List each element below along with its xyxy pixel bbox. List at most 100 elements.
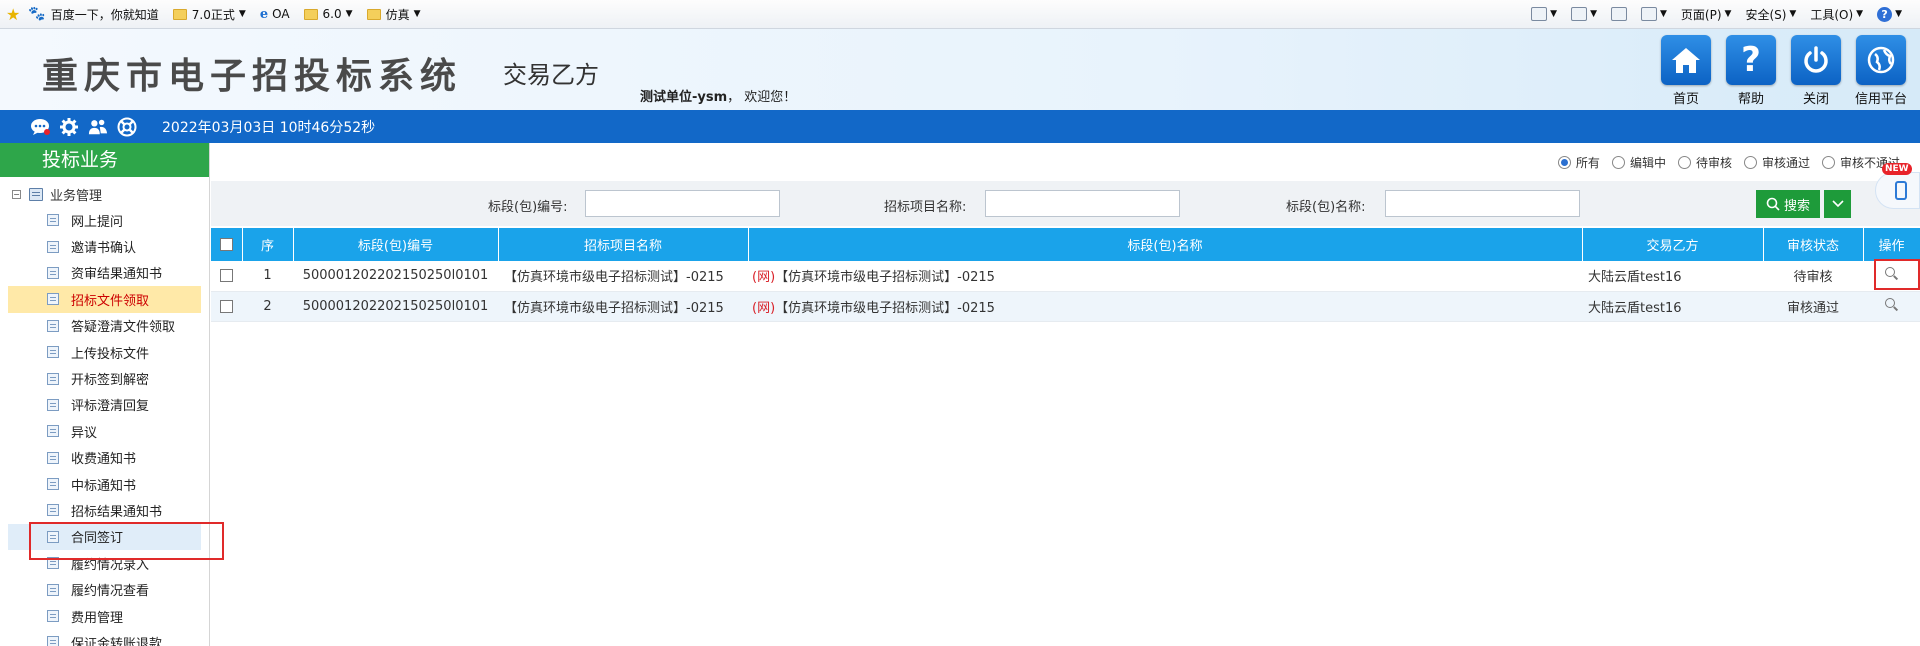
close-button[interactable]: 关闭 <box>1789 35 1843 107</box>
row-action[interactable] <box>1863 291 1920 322</box>
mail-tool[interactable] <box>1610 7 1627 21</box>
quick-toolbar: 2022年03月03日 10时46分52秒 <box>0 110 1920 143</box>
online-prefix: (网) <box>752 300 776 316</box>
favorites-star-icon[interactable]: ★ <box>6 5 20 24</box>
document-icon <box>47 346 59 359</box>
rss-icon <box>1571 7 1588 21</box>
welcome-text: 测试单位-ysm， 欢迎您！ <box>640 86 796 105</box>
section-name-input[interactable] <box>1385 190 1580 217</box>
sidebar-item-fee-notice[interactable]: 收费通知书 <box>0 445 209 471</box>
sidebar-item-qualification-notice[interactable]: 资审结果通知书 <box>0 260 209 286</box>
globe-icon <box>1856 35 1906 85</box>
filter-all[interactable]: 所有 <box>1557 154 1600 171</box>
page-menu-label: 页面(P) <box>1680 7 1722 22</box>
favorite-folder-6-0[interactable]: 6.0 ▼ <box>303 7 353 21</box>
sidebar-item-label: 招标文件领取 <box>71 293 150 309</box>
tools-menu-label: 工具(O) <box>1810 7 1854 22</box>
row-checkbox[interactable] <box>220 269 233 283</box>
favorite-oa[interactable]: e OA <box>260 7 290 22</box>
advanced-search-toggle[interactable] <box>1824 190 1851 218</box>
sidebar-item-tender-document-collect[interactable]: 招标文件领取 <box>8 286 201 313</box>
document-icon <box>47 214 59 227</box>
filter-pending[interactable]: 待审核 <box>1677 154 1732 171</box>
caret-down-icon: ▼ <box>413 9 421 19</box>
filter-approved[interactable]: 审核通过 <box>1743 154 1810 171</box>
sidebar-item-invitation-confirm[interactable]: 邀请书确认 <box>0 233 209 259</box>
gear-icon[interactable] <box>59 117 79 137</box>
select-all-cell[interactable] <box>211 228 243 261</box>
sidebar-item-performance-view[interactable]: 履约情况查看 <box>0 576 209 602</box>
favorite-folder-simulation[interactable]: 仿真 ▼ <box>366 6 421 23</box>
help-circle-icon: ? <box>1877 6 1893 22</box>
tools-menu[interactable]: 工具(O) ▼ <box>1810 6 1863 23</box>
table-header-row: 序 标段(包)编号 招标项目名称 标段(包)名称 交易乙方 审核状态 操作 <box>211 228 1920 261</box>
section-code-input[interactable] <box>585 190 780 217</box>
home-page-tool[interactable]: ▼ <box>1531 7 1557 21</box>
sidebar-item-clarification-collect[interactable]: 答疑澄清文件领取 <box>0 313 209 339</box>
chevron-down-icon <box>1831 200 1844 208</box>
favorite-baidu[interactable]: 🐾 百度一下，你就知道 <box>28 6 158 23</box>
filter-label: 待审核 <box>1695 155 1732 170</box>
credit-platform-button[interactable]: 信用平台 <box>1854 35 1908 107</box>
sidebar-item-label: 费用管理 <box>71 610 124 626</box>
welcome-suffix: ， 欢迎您！ <box>727 90 797 105</box>
row-select-cell[interactable] <box>211 291 242 322</box>
favorite-folder-7-0[interactable]: 7.0正式 ▼ <box>172 6 246 23</box>
sidebar-item-label: 履约情况查看 <box>71 584 150 600</box>
sidebar-item-label: 邀请书确认 <box>71 241 137 257</box>
search-button[interactable]: 搜索 <box>1756 190 1820 218</box>
table-row[interactable]: 1 500001202202150250l0101 【仿真环境市级电子招标测试】… <box>211 261 1920 292</box>
sidebar-item-deposit-refund[interactable]: 保证金转账退款 <box>0 629 209 646</box>
users-icon[interactable] <box>88 117 108 137</box>
power-icon <box>1791 35 1841 85</box>
sidebar-item-label: 网上提问 <box>71 214 124 230</box>
document-icon <box>47 266 59 279</box>
table-row[interactable]: 2 500001202202150250l0101 【仿真环境市级电子招标测试】… <box>211 291 1920 322</box>
collapse-icon[interactable]: − <box>12 189 21 199</box>
tree-root-business-management[interactable]: − 业务管理 <box>0 181 209 207</box>
sidebar-item-label: 异议 <box>71 425 98 441</box>
view-details-icon[interactable] <box>1885 267 1898 280</box>
folder-icon <box>172 8 187 20</box>
filter-editing[interactable]: 编辑中 <box>1611 154 1666 171</box>
help-menu[interactable]: ? ▼ <box>1877 6 1902 22</box>
row-select-cell[interactable] <box>211 261 242 292</box>
sidebar-item-evaluation-reply[interactable]: 评标澄清回复 <box>0 392 209 418</box>
column-header-code: 标段(包)编号 <box>293 228 499 261</box>
sidebar-item-performance-entry[interactable]: 履约情况录入 <box>0 550 209 576</box>
sidebar-item-award-notice[interactable]: 中标通知书 <box>0 471 209 497</box>
support-icon[interactable] <box>117 117 137 137</box>
select-all-checkbox[interactable] <box>219 238 233 251</box>
favorite-label: 仿真 <box>385 7 410 22</box>
print-tool[interactable]: ▼ <box>1640 7 1667 21</box>
document-icon <box>47 478 59 491</box>
sidebar-item-objection[interactable]: 异议 <box>0 418 209 444</box>
document-icon <box>47 372 59 385</box>
feeds-tool[interactable]: ▼ <box>1571 7 1597 21</box>
sidebar-item-fee-management[interactable]: 费用管理 <box>0 603 209 629</box>
section-code-label: 标段(包)编号: <box>488 200 568 215</box>
help-button[interactable]: ? 帮助 <box>1724 35 1778 107</box>
project-name-label: 招标项目名称: <box>884 200 967 215</box>
view-details-icon[interactable] <box>1885 297 1898 311</box>
home-button[interactable]: 首页 <box>1659 35 1713 107</box>
sidebar-item-upload-bid[interactable]: 上传投标文件 <box>0 339 209 365</box>
row-code: 500001202202150250l0101 <box>293 291 498 322</box>
sidebar-item-opening-signin[interactable]: 开标签到解密 <box>0 365 209 391</box>
radio-icon <box>1821 155 1835 169</box>
book-icon <box>29 187 43 201</box>
sidebar-item-contract-sign[interactable]: 合同签订 <box>8 523 201 551</box>
project-name-input[interactable] <box>985 190 1180 217</box>
row-action[interactable] <box>1863 261 1920 292</box>
bid-table: 序 标段(包)编号 招标项目名称 标段(包)名称 交易乙方 审核状态 操作 1 … <box>211 228 1920 322</box>
sidebar-item-online-question[interactable]: 网上提问 <box>0 207 209 233</box>
document-icon <box>47 398 59 411</box>
row-checkbox[interactable] <box>220 299 233 313</box>
sidebar-item-result-notice[interactable]: 招标结果通知书 <box>0 497 209 523</box>
message-icon[interactable] <box>30 117 50 137</box>
sidebar-item-label: 合同签订 <box>71 531 124 547</box>
safety-menu[interactable]: 安全(S) ▼ <box>1745 6 1796 23</box>
document-icon <box>47 425 59 438</box>
mobile-app-widget[interactable]: NEW <box>1875 163 1920 209</box>
page-menu[interactable]: 页面(P) ▼ <box>1681 6 1732 23</box>
